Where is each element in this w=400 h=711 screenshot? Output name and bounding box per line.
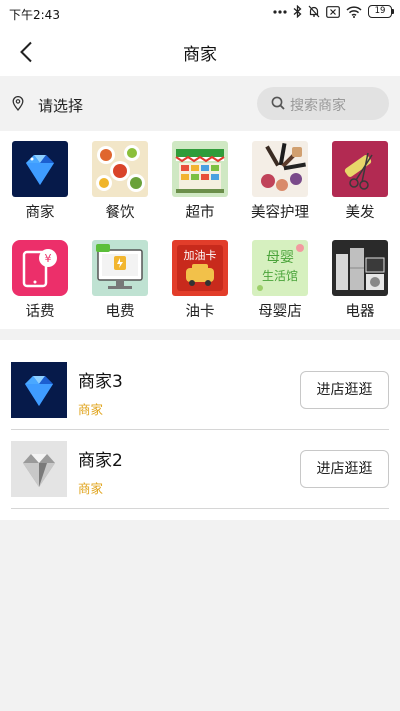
merchant-thumbnail: [11, 362, 67, 418]
search-icon: [271, 96, 285, 110]
visit-store-button[interactable]: 进店逛逛: [300, 450, 389, 488]
merchant-tag: 商家: [78, 402, 104, 417]
location-selector[interactable]: 请选择: [38, 95, 83, 116]
search-input[interactable]: 搜索商家: [257, 87, 389, 120]
phone-recharge-icon: ¥: [12, 240, 68, 296]
location-pin-icon[interactable]: [12, 96, 24, 111]
category-label: 电器: [345, 304, 375, 320]
category-item-maternity-store[interactable]: 母婴 生活馆 母婴店: [240, 230, 320, 326]
mute-bell-icon: [308, 5, 320, 18]
electric-bill-icon: [92, 240, 148, 296]
svg-text:¥: ¥: [45, 252, 52, 265]
fuel-card-text: 加油卡: [184, 248, 217, 262]
merchant-list: 商家3 商家 进店逛逛 商家2 商家 进店逛逛: [0, 340, 400, 520]
wifi-icon: [346, 5, 362, 18]
category-label: 美发: [345, 205, 375, 221]
makeup-brushes-icon: [252, 141, 308, 197]
appliances-icon: [332, 240, 388, 296]
merchant-tag: 商家: [78, 481, 104, 496]
more-dots-icon: [273, 9, 287, 14]
maternity-store-icon: 母婴 生活馆: [252, 240, 308, 296]
location-search-bar: 请选择 搜索商家: [0, 76, 400, 131]
list-item[interactable]: 商家2 商家 进店逛逛: [0, 430, 400, 509]
food-plates-icon: [92, 141, 148, 197]
list-item[interactable]: 商家3 商家 进店逛逛: [0, 351, 400, 430]
merchant-name: 商家2: [78, 451, 123, 471]
merchant-thumbnail: [11, 441, 67, 497]
category-item-supermarket[interactable]: 超市: [160, 131, 240, 227]
category-item-merchant[interactable]: 商家: [0, 131, 80, 227]
category-label: 超市: [185, 205, 215, 221]
category-item-electric-bill[interactable]: 电费: [80, 230, 160, 326]
category-label: 话费: [25, 304, 55, 320]
category-label: 母婴店: [258, 304, 302, 320]
diamond-icon: [12, 141, 68, 197]
category-item-fuel-card[interactable]: 加油卡 油卡: [160, 230, 240, 326]
category-label: 餐饮: [105, 205, 135, 221]
category-item-phone-bill[interactable]: ¥ 话费: [0, 230, 80, 326]
category-item-beauty-care[interactable]: 美容护理: [240, 131, 320, 227]
category-item-appliances[interactable]: 电器: [320, 230, 400, 326]
divider: [11, 508, 389, 509]
bluetooth-icon: [293, 5, 302, 18]
merchant-name: 商家3: [78, 372, 123, 392]
category-item-hairdressing[interactable]: 美发: [320, 131, 400, 227]
sim-x-icon: [326, 5, 340, 18]
visit-store-button[interactable]: 进店逛逛: [300, 371, 389, 409]
maternity-text-2: 生活馆: [262, 268, 298, 283]
category-grid: 商家 餐饮 超市 美容护理 美发 ¥ 话费 电费 加油卡 油卡 母婴 生活馆 母…: [0, 131, 400, 329]
scissors-comb-icon: [332, 141, 388, 197]
battery-icon: 19: [368, 5, 394, 18]
search-placeholder: 搜索商家: [290, 98, 346, 114]
category-label: 商家: [25, 205, 55, 221]
title-bar: 商家: [0, 28, 400, 76]
status-icons: 19: [273, 5, 394, 18]
maternity-text-1: 母婴: [266, 250, 294, 266]
battery-level: 19: [374, 6, 386, 16]
category-label: 美容护理: [251, 205, 309, 221]
supermarket-icon: [172, 141, 228, 197]
fuel-card-icon: 加油卡: [172, 240, 228, 296]
page-title: 商家: [183, 45, 217, 65]
category-item-dining[interactable]: 餐饮: [80, 131, 160, 227]
status-time: 下午2:43: [9, 8, 60, 22]
category-label: 油卡: [185, 304, 215, 320]
category-label: 电费: [105, 304, 135, 320]
status-bar: 下午2:43 19: [0, 0, 400, 28]
